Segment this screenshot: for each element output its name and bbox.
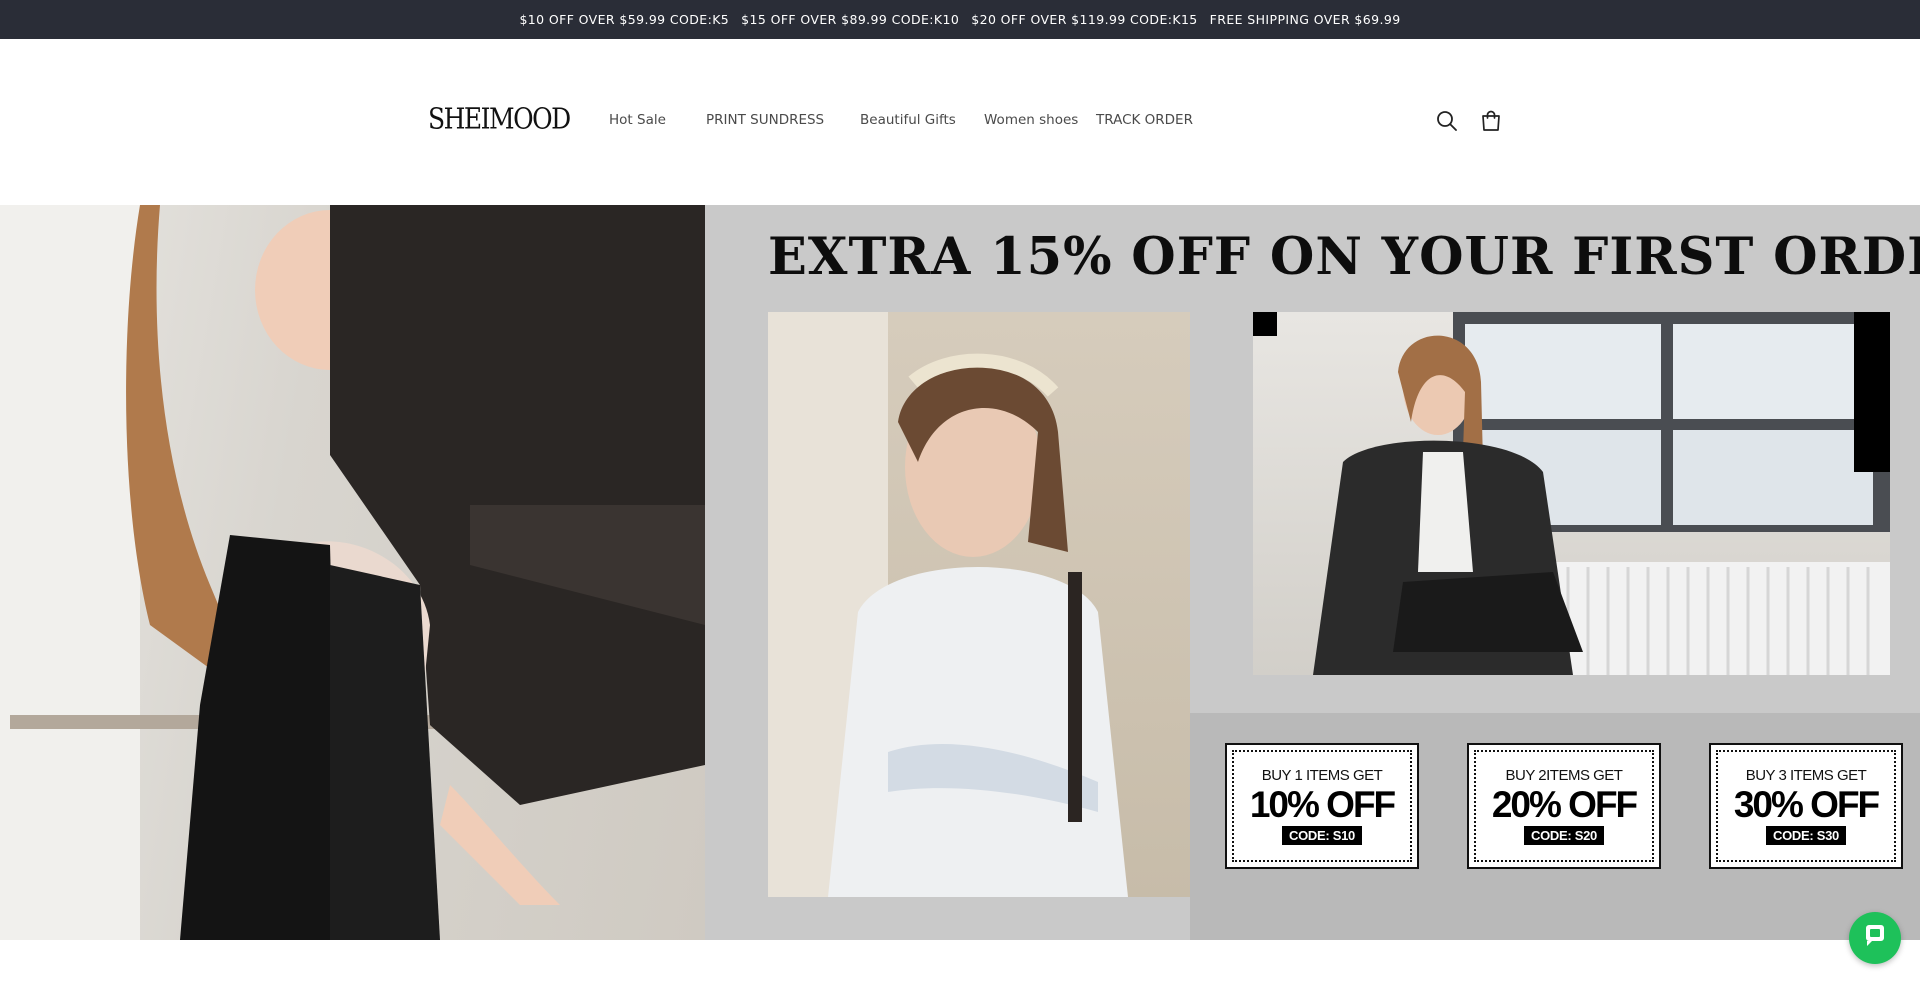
hero-photo-model-seated <box>0 205 705 940</box>
announcement-bar: $10 OFF OVER $59.99 CODE:K5 $15 OFF OVER… <box>0 0 1920 39</box>
announcement-offer: $15 OFF OVER $89.99 CODE:K10 <box>741 12 960 27</box>
cart-icon[interactable] <box>1478 108 1504 134</box>
coupon-code: CODE: S30 <box>1766 826 1846 845</box>
search-icon[interactable] <box>1434 108 1460 134</box>
coupon-code: CODE: S10 <box>1282 826 1362 845</box>
announcement-offer: $10 OFF OVER $59.99 CODE:K5 <box>519 12 730 27</box>
coupon-discount: 10% OFF <box>1249 784 1396 825</box>
nav-item-beautiful-gifts[interactable]: Beautiful Gifts <box>860 112 956 128</box>
chat-icon <box>1862 923 1888 954</box>
hero-photo-model-blouse <box>768 312 1190 897</box>
hero-title: EXTRA 15% OFF ON YOUR FIRST ORDER <box>768 227 1920 287</box>
nav-item-women-shoes[interactable]: Women shoes <box>984 112 1078 128</box>
coupon-condition: BUY 2ITEMS GET <box>1505 767 1623 784</box>
announcement-offer: FREE SHIPPING OVER $69.99 <box>1209 12 1401 27</box>
hero-banner[interactable]: EXTRA 15% OFF ON YOUR FIRST ORDER BUY 1 … <box>0 205 1920 940</box>
hero-photo-model-blazer <box>1253 312 1890 675</box>
nav-item-print-sundress[interactable]: PRINT SUNDRESS <box>706 112 824 128</box>
coupon-card[interactable]: BUY 3 ITEMS GET 30% OFF CODE: S30 <box>1709 743 1903 869</box>
chat-button[interactable] <box>1849 912 1901 964</box>
nav-item-hot-sale[interactable]: Hot Sale <box>609 112 666 128</box>
coupon-condition: BUY 3 ITEMS GET <box>1745 767 1867 784</box>
coupon-condition: BUY 1 ITEMS GET <box>1261 767 1383 784</box>
nav-item-track-order[interactable]: TRACK ORDER <box>1096 112 1193 128</box>
coupon-card[interactable]: BUY 2ITEMS GET 20% OFF CODE: S20 <box>1467 743 1661 869</box>
main-nav: Hot Sale PRINT SUNDRESS Beautiful Gifts … <box>0 39 1920 205</box>
coupon-code: CODE: S20 <box>1524 826 1604 845</box>
site-header: SHEIMOOD Hot Sale PRINT SUNDRESS Beautif… <box>0 39 1920 205</box>
coupon-card[interactable]: BUY 1 ITEMS GET 10% OFF CODE: S10 <box>1225 743 1419 869</box>
coupon-discount: 30% OFF <box>1733 784 1880 825</box>
announcement-offer: $20 OFF OVER $119.99 CODE:K15 <box>971 12 1198 27</box>
coupon-discount: 20% OFF <box>1491 784 1638 825</box>
